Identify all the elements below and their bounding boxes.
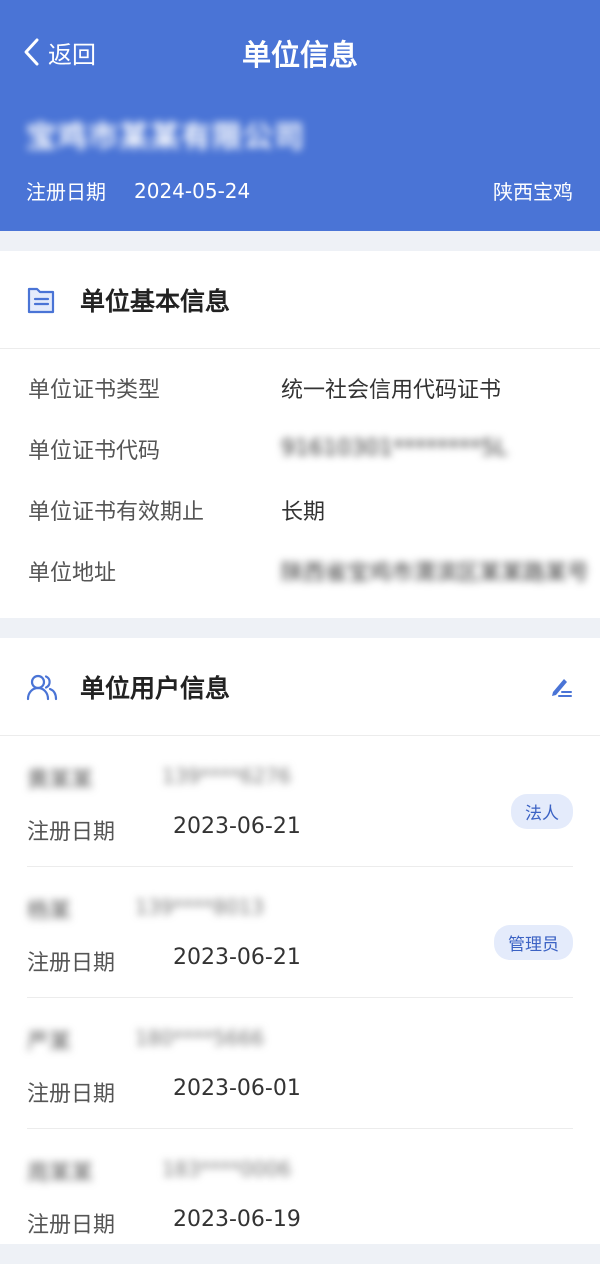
user-date-label: 注册日期 — [27, 820, 116, 845]
user-info-header: 单位用户信息 — [0, 638, 600, 735]
user-name: 杨某 — [27, 899, 72, 924]
user-name: 周某某 — [27, 1161, 94, 1186]
user-info-card: 单位用户信息 黄某某 139****6276 注册日期 2023-06-21 法… — [0, 638, 600, 1244]
info-value: 91610301********5L — [281, 436, 508, 461]
user-date: 2023-06-21 — [173, 814, 301, 839]
basic-info-list: 单位证书类型 统一社会信用代码证书 单位证书代码 91610301*******… — [0, 349, 600, 601]
basic-info-card: 单位基本信息 单位证书类型 统一社会信用代码证书 单位证书代码 91610301… — [0, 251, 600, 618]
info-label: 单位地址 — [28, 560, 117, 586]
user-phone: 180****5666 — [135, 1026, 265, 1050]
user-date: 2023-06-19 — [173, 1207, 301, 1232]
user-row[interactable]: 黄某某 139****6276 注册日期 2023-06-21 法人 — [27, 736, 573, 867]
user-name: 严某 — [27, 1030, 72, 1055]
info-value: 长期 — [281, 499, 326, 525]
basic-info-header: 单位基本信息 — [0, 251, 600, 348]
user-date-label: 注册日期 — [27, 1082, 116, 1107]
user-row[interactable]: 杨某 139****8013 注册日期 2023-06-21 管理员 — [27, 867, 573, 998]
company-location: 陕西宝鸡 — [493, 180, 573, 204]
info-label: 单位证书类型 — [28, 377, 161, 403]
info-row-address: 单位地址 陕西省宝鸡市渭滨区某某路某号 — [0, 540, 600, 601]
info-row-cert-type: 单位证书类型 统一社会信用代码证书 — [0, 357, 600, 418]
info-row-cert-code: 单位证书代码 91610301********5L — [0, 418, 600, 479]
document-icon — [27, 287, 55, 313]
user-info-title: 单位用户信息 — [80, 673, 231, 703]
user-phone: 139****6276 — [162, 764, 292, 788]
users-icon — [26, 674, 58, 700]
user-row[interactable]: 严某 180****5666 注册日期 2023-06-01 — [27, 998, 573, 1129]
edit-pen-icon[interactable] — [547, 673, 573, 699]
user-date: 2023-06-01 — [173, 1076, 301, 1101]
page-title: 单位信息 — [241, 38, 358, 72]
user-date: 2023-06-21 — [173, 945, 301, 970]
role-badge: 法人 — [511, 794, 573, 829]
basic-info-title: 单位基本信息 — [80, 286, 231, 316]
user-phone: 139****8013 — [135, 895, 265, 919]
page-header: 返回 单位信息 宝鸡市某某有限公司 注册日期 2024-05-24 陕西宝鸡 — [0, 0, 600, 231]
role-badge: 管理员 — [494, 925, 573, 960]
registration-date: 2024-05-24 — [134, 178, 251, 203]
user-date-label: 注册日期 — [27, 951, 116, 976]
info-label: 单位证书代码 — [28, 438, 161, 464]
user-date-label: 注册日期 — [27, 1213, 116, 1238]
user-phone: 183****0006 — [162, 1157, 292, 1181]
info-label: 单位证书有效期止 — [28, 499, 205, 525]
registration-row: 注册日期 2024-05-24 陕西宝鸡 — [26, 176, 573, 205]
info-value: 陕西省宝鸡市渭滨区某某路某号 — [281, 560, 590, 586]
registration-label: 注册日期 — [26, 180, 106, 204]
user-row[interactable]: 周某某 183****0006 注册日期 2023-06-19 — [27, 1129, 573, 1260]
info-row-cert-expiry: 单位证书有效期止 长期 — [0, 479, 600, 540]
user-name: 黄某某 — [27, 768, 94, 793]
info-value: 统一社会信用代码证书 — [281, 377, 502, 403]
company-name: 宝鸡市某某有限公司 — [26, 120, 305, 155]
